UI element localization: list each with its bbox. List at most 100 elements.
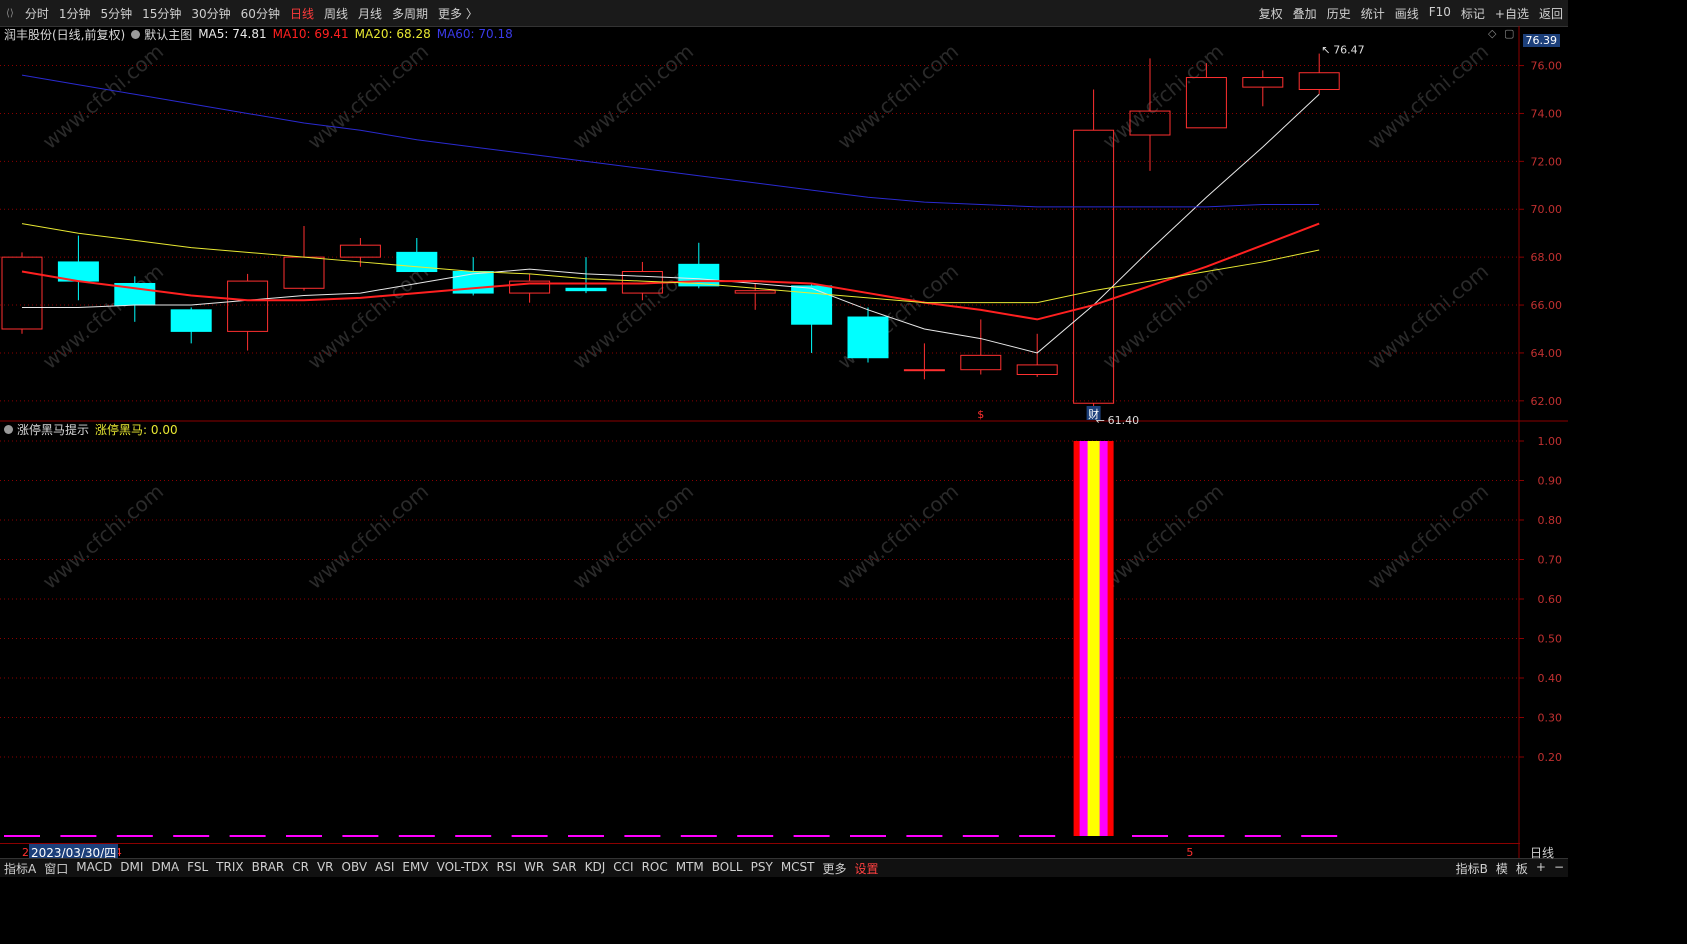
sub-chart-info: 涨停黑马提示 涨停黑马: 0.00: [0, 421, 178, 437]
toolbar-button-0[interactable]: 复权: [1254, 5, 1288, 22]
indicator-tab-19[interactable]: ROC: [638, 860, 672, 877]
period-toolbar: ⟨⟩ 分时 1分钟 5分钟 15分钟 30分钟 60分钟 日线 周线 月线 多周期 更多 〉 复权叠…: [0, 0, 1568, 27]
indicator-bar-button-4[interactable]: −: [1550, 860, 1568, 877]
ma10-line: [21, 222, 1320, 321]
indicator-tab-3[interactable]: DMI: [116, 860, 147, 877]
annotation-arrow: ↖: [1321, 43, 1330, 56]
period-tab-5[interactable]: 60分钟: [236, 5, 285, 22]
indicator-tab-1[interactable]: 窗口: [40, 860, 72, 877]
toolbar-button-6[interactable]: 标记: [1456, 5, 1490, 22]
indicator-bar-button-2[interactable]: 板: [1512, 860, 1532, 877]
candle-body-down: [452, 271, 494, 294]
indicator-tab-18[interactable]: CCI: [609, 860, 637, 877]
window-icon[interactable]: ▢: [1504, 27, 1514, 40]
main-y-tick-label: 66.00: [1531, 299, 1563, 312]
watermark-text: www.cfchi.com: [303, 259, 433, 374]
indicator-tab-0[interactable]: 指标A: [0, 860, 40, 877]
sub-y-tick-label: 1.00: [1538, 435, 1563, 448]
indicator-tab-16[interactable]: SAR: [548, 860, 580, 877]
watermark-text: www.cfchi.com: [1098, 39, 1228, 154]
period-tabs: 分时 1分钟 5分钟 15分钟 30分钟 60分钟 日线 周线 月线 多周期 更多 〉: [20, 5, 483, 22]
indicator-tab-10[interactable]: OBV: [338, 860, 372, 877]
indicator-tab-8[interactable]: CR: [288, 860, 313, 877]
indicator-tab-25[interactable]: 设置: [851, 860, 883, 877]
indicator-bar-button-3[interactable]: +: [1532, 860, 1550, 877]
toolbar-button-7[interactable]: +自选: [1490, 5, 1534, 22]
stock-title[interactable]: 润丰股份(日线,前复权): [0, 26, 125, 43]
sub-y-tick-label: 0.90: [1538, 475, 1563, 488]
period-tab-7[interactable]: 周线: [319, 5, 353, 22]
period-tab-3[interactable]: 15分钟: [137, 5, 186, 22]
indicator-tab-21[interactable]: BOLL: [708, 860, 747, 877]
period-label[interactable]: 日线: [1530, 844, 1554, 861]
indicator-bar: 指标A 窗口 MACD DMI DMA FSL TRIX BRAR CR VR OBV ASI EMV V…: [0, 858, 1568, 877]
template-label[interactable]: 默认主图: [144, 26, 192, 43]
period-tab-8[interactable]: 月线: [353, 5, 387, 22]
main-y-tick-label: 68.00: [1531, 251, 1563, 264]
period-tab-1[interactable]: 1分钟: [54, 5, 96, 22]
candle-body-up: [1185, 77, 1227, 129]
toolbar-button-5[interactable]: F10: [1424, 5, 1456, 22]
kline-chart[interactable]: www.cfchi.com www.cfchi.com www.cfchi.com w…: [0, 0, 1568, 877]
toolbar-expand-icon[interactable]: ⟨⟩: [0, 8, 20, 19]
indicator-tab-23[interactable]: MCST: [777, 860, 819, 877]
watermark-text: www.cfchi.com: [38, 39, 168, 154]
ma5-line: [22, 93, 1320, 354]
period-tab-2[interactable]: 5分钟: [95, 5, 137, 22]
toolbar-button-2[interactable]: 历史: [1322, 5, 1356, 22]
candle-body-down: [847, 316, 889, 359]
indicator-tab-20[interactable]: MTM: [672, 860, 708, 877]
ma20-line: [21, 223, 1320, 304]
watermark-text: www.cfchi.com: [38, 479, 168, 594]
toolbar-button-8[interactable]: 返回: [1534, 5, 1568, 22]
indicator-tab-12[interactable]: EMV: [398, 860, 432, 877]
sub-y-tick-label: 0.80: [1538, 514, 1563, 527]
candle-body-up: [1298, 72, 1340, 91]
indicator-tab-13[interactable]: VOL-TDX: [433, 860, 493, 877]
event-marker: 财: [1088, 407, 1099, 421]
period-tab-9[interactable]: 多周期: [387, 5, 433, 22]
indicator-tab-24[interactable]: 更多: [819, 860, 851, 877]
indicator-name[interactable]: 涨停黑马提示: [17, 421, 89, 438]
last-price-tag: 76.39: [1522, 34, 1560, 47]
indicator-tab-2[interactable]: MACD: [72, 860, 116, 877]
sub-y-tick-label: 0.30: [1538, 712, 1563, 725]
settings-icon[interactable]: [131, 29, 141, 39]
diamond-icon[interactable]: ◇: [1488, 27, 1496, 40]
indicator-tab-11[interactable]: ASI: [371, 860, 398, 877]
candle-body-down: [114, 282, 156, 306]
indicator-tab-5[interactable]: FSL: [183, 860, 212, 877]
candle-body-up: [1242, 77, 1284, 88]
watermark-text: www.cfchi.com: [568, 39, 698, 154]
ma5-readout: MA5: 74.81: [198, 27, 267, 41]
annotation-label: 61.40: [1108, 414, 1140, 427]
period-tab-0[interactable]: 分时: [20, 5, 54, 22]
period-tab-4[interactable]: 30分钟: [186, 5, 235, 22]
watermark-text: www.cfchi.com: [833, 39, 963, 154]
indicator-tab-15[interactable]: WR: [520, 860, 548, 877]
indicator-tab-22[interactable]: PSY: [747, 860, 777, 877]
sub-y-tick-label: 0.40: [1538, 672, 1563, 685]
candle-body-up: [1, 256, 43, 330]
watermark-text: www.cfchi.com: [568, 259, 698, 374]
toolbar-button-1[interactable]: 叠加: [1288, 5, 1322, 22]
candle-body-down: [565, 287, 607, 292]
indicator-tab-6[interactable]: TRIX: [212, 860, 247, 877]
indicator-tab-7[interactable]: BRAR: [248, 860, 289, 877]
indicator-tab-14[interactable]: RSI: [493, 860, 521, 877]
toolbar-button-4[interactable]: 画线: [1390, 5, 1424, 22]
settings-icon[interactable]: [4, 424, 13, 434]
indicator-tab-9[interactable]: VR: [313, 860, 338, 877]
indicator-bar-button-1[interactable]: 模: [1492, 860, 1512, 877]
toolbar-button-3[interactable]: 统计: [1356, 5, 1390, 22]
signal-bar-outer: [1073, 441, 1114, 836]
indicator-tab-4[interactable]: DMA: [147, 860, 183, 877]
period-tab-6[interactable]: 日线: [285, 5, 319, 22]
main-y-tick-label: 64.00: [1531, 347, 1563, 360]
main-chart-info: 润丰股份(日线,前复权) 默认主图 MA5: 74.81 MA10: 69.41…: [0, 26, 513, 42]
indicator-tab-17[interactable]: KDJ: [581, 860, 610, 877]
indicator-bar-button-0[interactable]: 指标B: [1452, 860, 1492, 877]
period-tab-10[interactable]: 更多 〉: [433, 5, 483, 22]
candle-body-up: [227, 280, 269, 332]
watermark-text: www.cfchi.com: [833, 479, 963, 594]
